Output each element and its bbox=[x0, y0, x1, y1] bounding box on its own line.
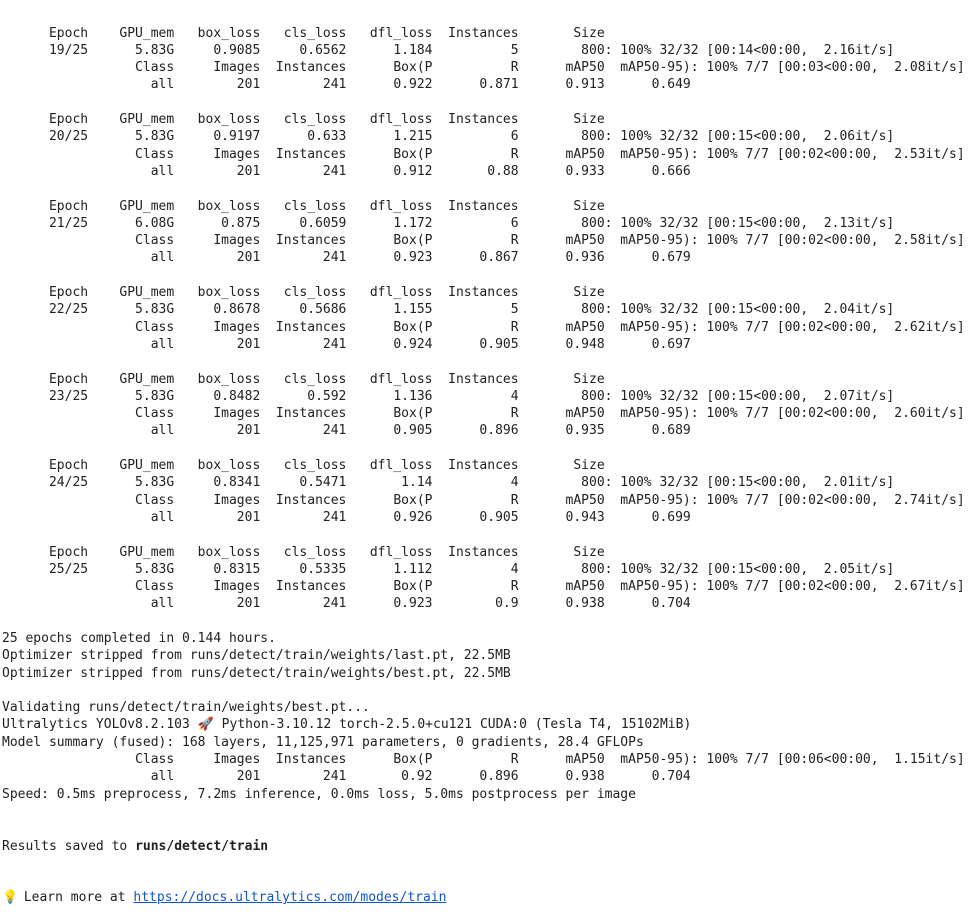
log-line: Epoch GPU_mem box_loss cls_loss dfl_loss… bbox=[2, 25, 605, 41]
log-line: Class Images Instances Box(P R mAP50 mAP… bbox=[2, 146, 965, 162]
log-line: all 201 241 0.922 0.871 0.913 0.649 bbox=[2, 77, 691, 93]
log-line: 20/25 5.83G 0.9197 0.633 1.215 6 800: 10… bbox=[2, 129, 895, 145]
log-line: Ultralytics YOLOv8.2.103 🚀 Python-3.10.1… bbox=[2, 717, 692, 733]
log-line: Class Images Instances Box(P R mAP50 mAP… bbox=[2, 406, 965, 422]
log-line: 23/25 5.83G 0.8482 0.592 1.136 4 800: 10… bbox=[2, 388, 895, 404]
log-line: Class Images Instances Box(P R mAP50 mAP… bbox=[2, 233, 965, 249]
log-line: all 201 241 0.912 0.88 0.933 0.666 bbox=[2, 163, 691, 179]
log-line: all 201 241 0.92 0.896 0.938 0.704 bbox=[2, 769, 691, 785]
log-line: all 201 241 0.923 0.9 0.938 0.704 bbox=[2, 596, 691, 612]
results-saved-path: runs/detect/train bbox=[135, 838, 269, 854]
log-line: Optimizer stripped from runs/detect/trai… bbox=[2, 665, 511, 681]
log-line: Class Images Instances Box(P R mAP50 mAP… bbox=[2, 319, 965, 335]
log-line: Validating runs/detect/train/weights/bes… bbox=[2, 700, 370, 716]
log-line: all 201 241 0.926 0.905 0.943 0.699 bbox=[2, 509, 691, 525]
log-line: Speed: 0.5ms preprocess, 7.2ms inference… bbox=[2, 786, 636, 802]
docs-link[interactable]: https://docs.ultralytics.com/modes/train bbox=[133, 890, 446, 905]
log-line: Epoch GPU_mem box_loss cls_loss dfl_loss… bbox=[2, 112, 605, 128]
log-line: 21/25 6.08G 0.875 0.6059 1.172 6 800: 10… bbox=[2, 215, 895, 231]
log-line: Epoch GPU_mem box_loss cls_loss dfl_loss… bbox=[2, 544, 605, 560]
learn-more-text: Learn more at bbox=[16, 890, 134, 906]
log-line: 22/25 5.83G 0.8678 0.5686 1.155 5 800: 1… bbox=[2, 302, 895, 318]
log-line: all 201 241 0.905 0.896 0.935 0.689 bbox=[2, 423, 691, 439]
log-line: 19/25 5.83G 0.9085 0.6562 1.184 5 800: 1… bbox=[2, 42, 895, 58]
learn-more-line: 💡 Learn more at https://docs.ultralytics… bbox=[2, 889, 965, 906]
lightbulb-icon: 💡 bbox=[2, 890, 19, 906]
log-line: Class Images Instances Box(P R mAP50 mAP… bbox=[2, 579, 965, 595]
log-line: all 201 241 0.923 0.867 0.936 0.679 bbox=[2, 250, 691, 266]
log-line: all 201 241 0.924 0.905 0.948 0.697 bbox=[2, 336, 691, 352]
log-line: 25 epochs completed in 0.144 hours. bbox=[2, 630, 276, 646]
log-line: Class Images Instances Box(P R mAP50 mAP… bbox=[2, 752, 965, 768]
results-saved-line: Results saved to runs/detect/train bbox=[2, 838, 965, 855]
log-line: Model summary (fused): 168 layers, 11,12… bbox=[2, 734, 644, 750]
log-line: Class Images Instances Box(P R mAP50 mAP… bbox=[2, 492, 965, 508]
results-saved-prefix: Results saved to bbox=[2, 838, 136, 854]
training-log-lines: Epoch GPU_mem box_loss cls_loss dfl_loss… bbox=[2, 25, 965, 803]
training-output-console: Epoch GPU_mem box_loss cls_loss dfl_loss… bbox=[2, 0, 965, 924]
log-line: Optimizer stripped from runs/detect/trai… bbox=[2, 648, 511, 664]
log-line: Epoch GPU_mem box_loss cls_loss dfl_loss… bbox=[2, 371, 605, 387]
log-line: Epoch GPU_mem box_loss cls_loss dfl_loss… bbox=[2, 458, 605, 474]
log-line: Epoch GPU_mem box_loss cls_loss dfl_loss… bbox=[2, 285, 605, 301]
log-line: Class Images Instances Box(P R mAP50 mAP… bbox=[2, 60, 965, 76]
log-line: 24/25 5.83G 0.8341 0.5471 1.14 4 800: 10… bbox=[2, 475, 895, 491]
log-line: Epoch GPU_mem box_loss cls_loss dfl_loss… bbox=[2, 198, 605, 214]
log-line: 25/25 5.83G 0.8315 0.5335 1.112 4 800: 1… bbox=[2, 561, 895, 577]
